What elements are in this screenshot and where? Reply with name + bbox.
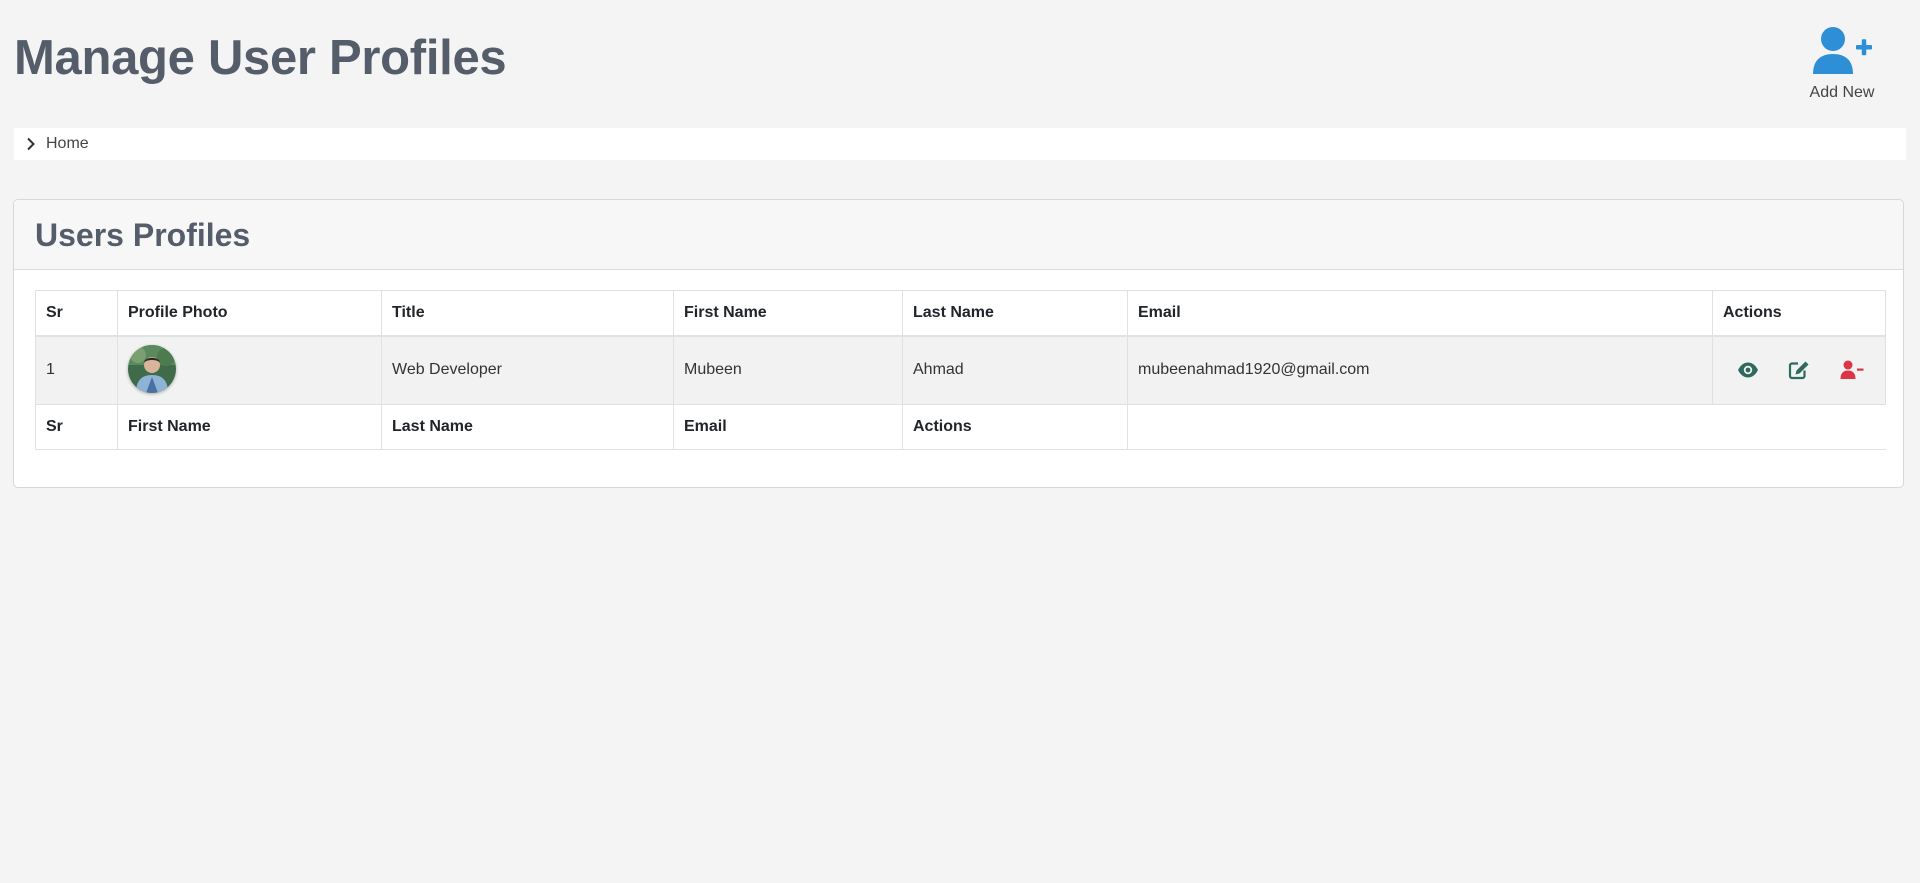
footer-header-first-name: First Name <box>117 404 382 450</box>
cell-email: mubeenahmad1920@gmail.com <box>1127 335 1713 405</box>
cell-first-name: Mubeen <box>673 335 903 405</box>
footer-empty-cell <box>1127 404 1886 450</box>
footer-header-last-name: Last Name <box>381 404 674 450</box>
cell-title: Web Developer <box>381 335 674 405</box>
cell-actions <box>1712 335 1886 405</box>
cell-profile-photo <box>117 335 382 405</box>
avatar[interactable] <box>128 345 176 394</box>
column-header-sr[interactable]: Sr <box>35 290 118 337</box>
table-footer-row: Sr First Name Last Name Email Actions <box>35 404 1886 450</box>
users-profiles-card: Users Profiles Sr Profile Photo Title Fi… <box>13 199 1904 488</box>
column-header-email[interactable]: Email <box>1127 290 1713 337</box>
footer-header-sr: Sr <box>35 404 118 450</box>
footer-header-actions: Actions <box>902 404 1128 450</box>
cell-last-name: Ahmad <box>902 335 1128 405</box>
cell-sr: 1 <box>35 335 118 405</box>
page: Manage User Profiles Add New Home Users … <box>0 0 1920 883</box>
column-header-last-name[interactable]: Last Name <box>902 290 1128 337</box>
user-minus-icon <box>1840 360 1864 384</box>
card-title: Users Profiles <box>35 217 251 253</box>
eye-icon <box>1737 362 1759 384</box>
column-header-actions[interactable]: Actions <box>1712 290 1886 337</box>
table-row: 1 Web Developer Mubeen Ahmad mubeenahmad… <box>35 335 1886 405</box>
add-new-button[interactable]: Add New <box>1790 26 1894 102</box>
footer-header-email: Email <box>673 404 903 450</box>
breadcrumb: Home <box>14 128 1906 160</box>
column-header-profile-photo[interactable]: Profile Photo <box>117 290 382 337</box>
column-header-title[interactable]: Title <box>381 290 674 337</box>
column-header-first-name[interactable]: First Name <box>673 290 903 337</box>
breadcrumb-home-link[interactable]: Home <box>46 135 89 153</box>
users-table: Sr Profile Photo Title First Name Last N… <box>35 290 1886 450</box>
view-button[interactable] <box>1737 360 1759 380</box>
card-header: Users Profiles <box>14 200 1903 270</box>
chevron-right-icon <box>26 137 40 151</box>
edit-button[interactable] <box>1788 360 1810 380</box>
add-new-label: Add New <box>1809 84 1875 101</box>
user-plus-icon <box>1790 26 1894 76</box>
page-title: Manage User Profiles <box>14 31 507 85</box>
delete-button[interactable] <box>1840 360 1864 380</box>
table-header-row: Sr Profile Photo Title First Name Last N… <box>35 290 1886 337</box>
edit-icon <box>1788 361 1810 384</box>
